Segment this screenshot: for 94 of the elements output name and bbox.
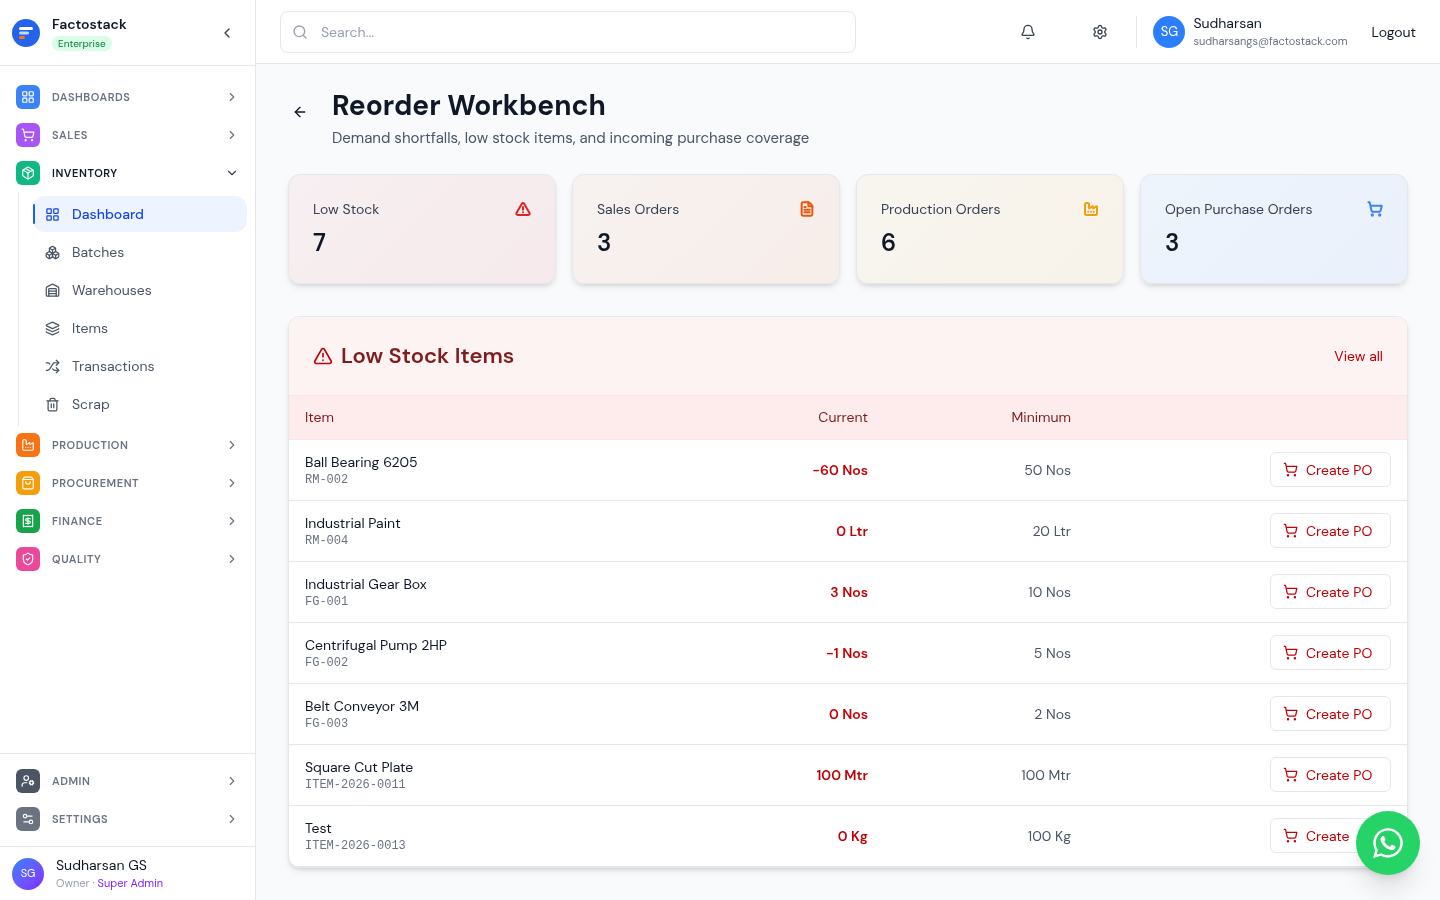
minimum-stock: 20 Ltr [1031,520,1071,541]
brand-name: Factostack [52,14,127,34]
stat-value: 6 [881,226,898,259]
stat-label: Low Stock [313,198,380,219]
view-all-link[interactable]: View all [1334,345,1383,366]
current-stock: 100 Mtr [815,764,868,785]
warning-icon [313,345,333,366]
warehouse-icon [45,282,60,298]
item-name: Industrial Paint [305,512,402,533]
page-subtitle: Demand shortfalls, low stock items, and incoming purchase coverage [332,127,810,150]
stat-label: Sales Orders [597,198,680,219]
minimum-stock: 50 Nos [1023,459,1071,480]
item-name: Industrial Gear Box [305,573,428,594]
cart-icon [1283,706,1298,721]
nav-subitem[interactable]: Transactions [33,348,247,384]
logout-button[interactable]: Logout [1371,21,1416,42]
cart-icon [1283,462,1298,477]
plan-tag: Enterprise [52,36,112,51]
search-field[interactable]: Search... [280,10,856,53]
create-po-button[interactable]: Create PO [1270,513,1391,548]
current-stock: 0 Nos [827,703,868,724]
nav-item[interactable]: SALES [0,116,255,154]
cart-icon [1283,584,1298,599]
minimum-stock: 100 Kg [1026,825,1071,846]
current-stock: -1 Nos [824,642,868,663]
create-po-button[interactable]: Create PO [1270,452,1391,487]
settings-icon[interactable] [1092,23,1109,40]
boxes-icon [45,244,60,260]
item-name: Belt Conveyor 3M [305,695,421,716]
nav-item[interactable]: INVENTORY [0,154,255,192]
user-name: Sudharsan [1193,13,1263,34]
panel-title: Low Stock Items [341,340,516,372]
minimum-stock: 2 Nos [1033,703,1071,724]
current-stock: 0 Ltr [835,520,868,541]
logo-icon [12,18,40,47]
nav-item[interactable]: ADMIN [0,762,255,800]
stat-label: Open Purchase Orders [1165,198,1313,219]
item-name: Centrifugal Pump 2HP [305,634,448,655]
cart-icon [1283,523,1298,538]
item-code: RM-002 [305,471,350,488]
search-icon [292,23,308,40]
item-code: RM-004 [305,532,350,549]
avatar: SG [12,857,44,890]
minimum-stock: 100 Mtr [1020,764,1071,785]
create-po-button[interactable]: Create PO [1270,574,1391,609]
cart-icon [1283,645,1298,660]
cart-icon [1283,828,1298,843]
stat-value: 3 [597,226,613,259]
user-role: Owner · Super Admin [56,875,164,892]
layers-icon [45,320,60,336]
nav-subitem[interactable]: Scrap [33,386,247,422]
page-title: Reorder Workbench [332,88,607,123]
column-header: Minimum [1010,407,1071,427]
current-stock: -60 Nos [811,459,868,480]
stat-value: 3 [1165,226,1181,259]
back-icon[interactable] [292,104,308,120]
nav-item[interactable]: QUALITY [0,540,255,578]
cart-icon [1283,767,1298,782]
trash-icon [45,396,60,412]
nav-subitem[interactable]: Items [33,310,247,346]
notification-icon[interactable] [1020,23,1037,40]
shuffle-icon [45,358,60,374]
create-po-button[interactable]: Create PO [1270,635,1391,670]
item-code: FG-001 [305,593,350,610]
minimum-stock: 10 Nos [1027,581,1071,602]
create-po-button[interactable]: Create PO [1270,696,1391,731]
stat-value: 7 [313,226,327,259]
phone-bubble-icon [1371,826,1405,860]
column-header: Item [305,407,335,427]
item-name: Ball Bearing 6205 [305,451,419,472]
create-po-button[interactable]: Create PO [1270,757,1391,792]
avatar: SG [1153,15,1186,48]
minimum-stock: 5 Nos [1032,642,1071,663]
nav-subitem[interactable]: Batches [33,234,247,270]
current-stock: 0 Kg [836,825,868,846]
stat-label: Production Orders [881,198,1001,219]
nav-item[interactable]: PRODUCTION [0,426,255,464]
grid-icon [45,206,60,222]
item-code: ITEM-2026-0013 [305,837,407,854]
user-name: Sudharsan GS [56,855,148,876]
nav-subitem[interactable]: Dashboard [33,196,247,232]
nav-subitem[interactable]: Warehouses [33,272,247,308]
nav-item[interactable]: PROCUREMENT [0,464,255,502]
nav-item[interactable]: SETTINGS [0,800,255,838]
item-code: ITEM-2026-0011 [305,776,407,793]
nav-item[interactable]: DASHBOARDS [0,78,255,116]
item-name: Square Cut Plate [305,756,415,777]
item-code: FG-002 [305,654,350,671]
user-email: sudharsangs@factostack.com [1193,33,1348,50]
item-name: Test [305,817,333,838]
column-header: Current [817,407,868,427]
item-code: FG-003 [305,715,350,732]
current-stock: 3 Nos [829,581,868,602]
nav-item[interactable]: FINANCE [0,502,255,540]
